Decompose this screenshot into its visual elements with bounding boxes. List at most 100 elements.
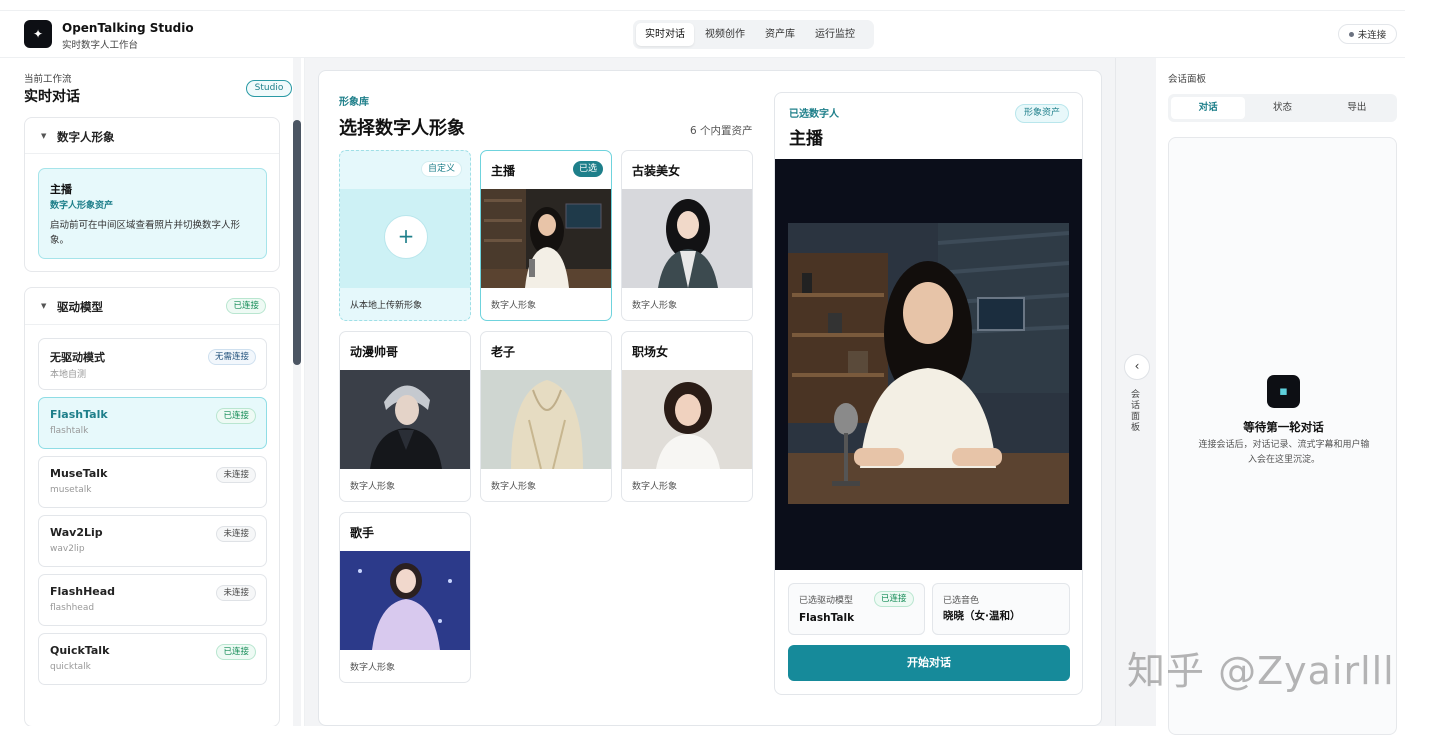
nav-tab-assets[interactable]: 资产库	[756, 23, 804, 46]
avatar-photo-anime-guy	[340, 370, 470, 469]
chat-panel-collapse-column: ‹ 会话面板	[1115, 58, 1156, 726]
driver-model-id: flashhead	[50, 603, 95, 613]
asset-badge: 形象资产	[1014, 104, 1069, 123]
avatar-photo-singer	[340, 551, 470, 650]
caret-down-icon: ▼	[41, 302, 47, 310]
avatar-tile-type: 数字人形象	[632, 301, 678, 311]
driver-info-box: 已选驱动模型 已连接 FlashTalk	[788, 583, 925, 635]
preview-avatar-name: 主播	[789, 129, 823, 149]
driver-model-name: FlashTalk	[50, 408, 108, 421]
driver-model-name: FlashHead	[50, 585, 116, 598]
start-conversation-button[interactable]: 开始对话	[788, 645, 1070, 681]
driver-model-status: 已连接	[216, 644, 256, 660]
driver-model-id: wav2lip	[50, 544, 85, 554]
driver-model-status: 已连接	[216, 408, 256, 424]
preview-eyebrow: 已选数字人	[789, 109, 839, 120]
driver-model-item[interactable]: 无驱动模式 本地自测 无需连接	[38, 338, 267, 390]
driver-model-name: QuickTalk	[50, 644, 110, 657]
voice-info-label: 已选音色	[943, 596, 980, 606]
avatar-tile-type: 数字人形象	[350, 482, 396, 492]
library-count: 6 个内置资产	[690, 125, 753, 137]
chat-panel: 会话面板 对话 状态 导出 ▪ 等待第一轮对话 连接会话后，对话记录、流式字幕和…	[1156, 58, 1405, 735]
avatar-tile-name: 动漫帅哥	[350, 345, 399, 359]
workflow-label: 当前工作流	[24, 74, 72, 85]
chat-panel-title: 会话面板	[1168, 74, 1207, 85]
avatar-tile-laozi[interactable]: 老子 数字人形象	[480, 331, 612, 502]
avatar-section-card: ▼ 数字人形象 主播 数字人形象资产 启动前可在中间区域查看照片并切换数字人形象…	[24, 117, 280, 272]
driver-info-status: 已连接	[874, 591, 914, 607]
driver-model-item[interactable]: FlashTalk flashtalk 已连接	[38, 397, 267, 449]
workflow-title: 实时对话	[24, 89, 80, 105]
driver-model-status: 无需连接	[207, 349, 256, 365]
avatar-tile-type: 数字人形象	[491, 301, 537, 311]
voice-info-box[interactable]: 已选音色 晓晓（女·温和）	[932, 583, 1070, 635]
main-nav: 实时对话 视频创作 资产库 运行监控	[633, 20, 874, 49]
driver-section-header[interactable]: ▼ 驱动模型 已连接	[25, 288, 279, 325]
caret-down-icon: ▼	[41, 132, 47, 140]
tab-status[interactable]: 状态	[1245, 97, 1319, 119]
driver-model-status: 未连接	[216, 585, 256, 601]
avatar-tile-name: 古装美女	[632, 164, 681, 178]
top-header: ✦ OpenTalking Studio 实时数字人工作台 实时对话 视频创作 …	[0, 10, 1405, 58]
avatar-tile-anchor[interactable]: 主播 已选 数字人形象	[480, 150, 612, 321]
voice-info-value: 晓晓（女·温和）	[943, 610, 1021, 622]
app-window: ✦ OpenTalking Studio 实时数字人工作台 实时对话 视频创作 …	[0, 0, 1440, 735]
driver-section-status: 已连接	[226, 298, 266, 314]
app-subtitle: 实时数字人工作台	[62, 40, 139, 51]
avatar-tile-type: 数字人形象	[632, 482, 678, 492]
avatar-tile-singer[interactable]: 歌手 数字人形象	[339, 512, 471, 683]
avatar-tile-type: 数字人形象	[491, 482, 537, 492]
studio-badge: Studio	[246, 80, 292, 97]
connection-status-pill[interactable]: 未连接	[1338, 24, 1397, 44]
plus-icon[interactable]: +	[384, 215, 428, 259]
avatar-tile-name: 主播	[491, 164, 516, 178]
avatar-tile-name: 职场女	[632, 345, 669, 359]
avatar-tile-anime-guy[interactable]: 动漫帅哥 数字人形象	[339, 331, 471, 502]
upload-label: 从本地上传新形象	[350, 301, 423, 311]
sidebar-scrollbar-thumb[interactable]	[293, 120, 301, 365]
avatar-photo-office-woman	[622, 370, 752, 469]
avatar-tile-type: 数字人形象	[350, 663, 396, 673]
avatar-photo-ancient-beauty	[622, 189, 752, 288]
avatar-photo-anchor	[481, 189, 611, 288]
driver-model-status: 未连接	[216, 467, 256, 483]
driver-model-id: flashtalk	[50, 426, 89, 436]
connection-status-text: 未连接	[1357, 30, 1387, 41]
tab-chat[interactable]: 对话	[1171, 97, 1246, 119]
avatar-section-title: 数字人形象	[57, 130, 115, 144]
driver-model-item[interactable]: MuseTalk musetalk 未连接	[38, 456, 267, 508]
selected-avatar-title: 主播	[50, 183, 72, 196]
status-dot-icon	[1348, 31, 1354, 37]
driver-model-status: 未连接	[216, 526, 256, 542]
driver-model-id: musetalk	[50, 485, 92, 495]
collapse-label: 会话面板	[1131, 390, 1141, 433]
preview-stage	[775, 159, 1082, 570]
left-sidebar: 当前工作流 实时对话 Studio ▼ 数字人形象 主播 数字人形象资产 启动前…	[0, 58, 305, 726]
driver-model-id: 本地自测	[50, 370, 87, 380]
avatar-library-panel: 形象库 选择数字人形象 6 个内置资产 自定义 + 从本地上传新形象 主播 已选	[318, 70, 1102, 726]
driver-model-item[interactable]: FlashHead flashhead 未连接	[38, 574, 267, 626]
tab-export[interactable]: 导出	[1320, 97, 1394, 119]
avatar-tile-name: 歌手	[350, 526, 375, 540]
driver-info-value: FlashTalk	[799, 612, 855, 624]
driver-model-item[interactable]: QuickTalk quicktalk 已连接	[38, 633, 267, 685]
selected-badge: 已选	[572, 161, 603, 177]
avatar-section-header[interactable]: ▼ 数字人形象	[25, 118, 279, 154]
zhihu-watermark: 知乎 @Zyairlll	[1127, 649, 1395, 693]
preview-photo	[788, 223, 1069, 504]
nav-tab-realtime[interactable]: 实时对话	[636, 23, 694, 46]
empty-chat-title: 等待第一轮对话	[1243, 420, 1324, 434]
avatar-tile-ancient-beauty[interactable]: 古装美女 数字人形象	[621, 150, 753, 321]
library-title: 选择数字人形象	[339, 118, 465, 139]
driver-section-title: 驱动模型	[57, 300, 103, 314]
driver-model-item[interactable]: Wav2Lip wav2lip 未连接	[38, 515, 267, 567]
selected-avatar-summary: 主播 数字人形象资产 启动前可在中间区域查看照片并切换数字人形象。	[38, 168, 267, 259]
nav-tab-monitor[interactable]: 运行监控	[806, 23, 864, 46]
nav-tab-video[interactable]: 视频创作	[696, 23, 754, 46]
app-name: OpenTalking Studio	[62, 21, 194, 35]
upload-avatar-tile[interactable]: 自定义 + 从本地上传新形象	[339, 150, 471, 321]
avatar-photo-laozi	[481, 370, 611, 469]
avatar-tile-office-woman[interactable]: 职场女 数字人形象	[621, 331, 753, 502]
selected-avatar-desc: 启动前可在中间区域查看照片并切换数字人形象。	[50, 220, 241, 246]
chevron-left-icon[interactable]: ‹	[1124, 354, 1150, 380]
